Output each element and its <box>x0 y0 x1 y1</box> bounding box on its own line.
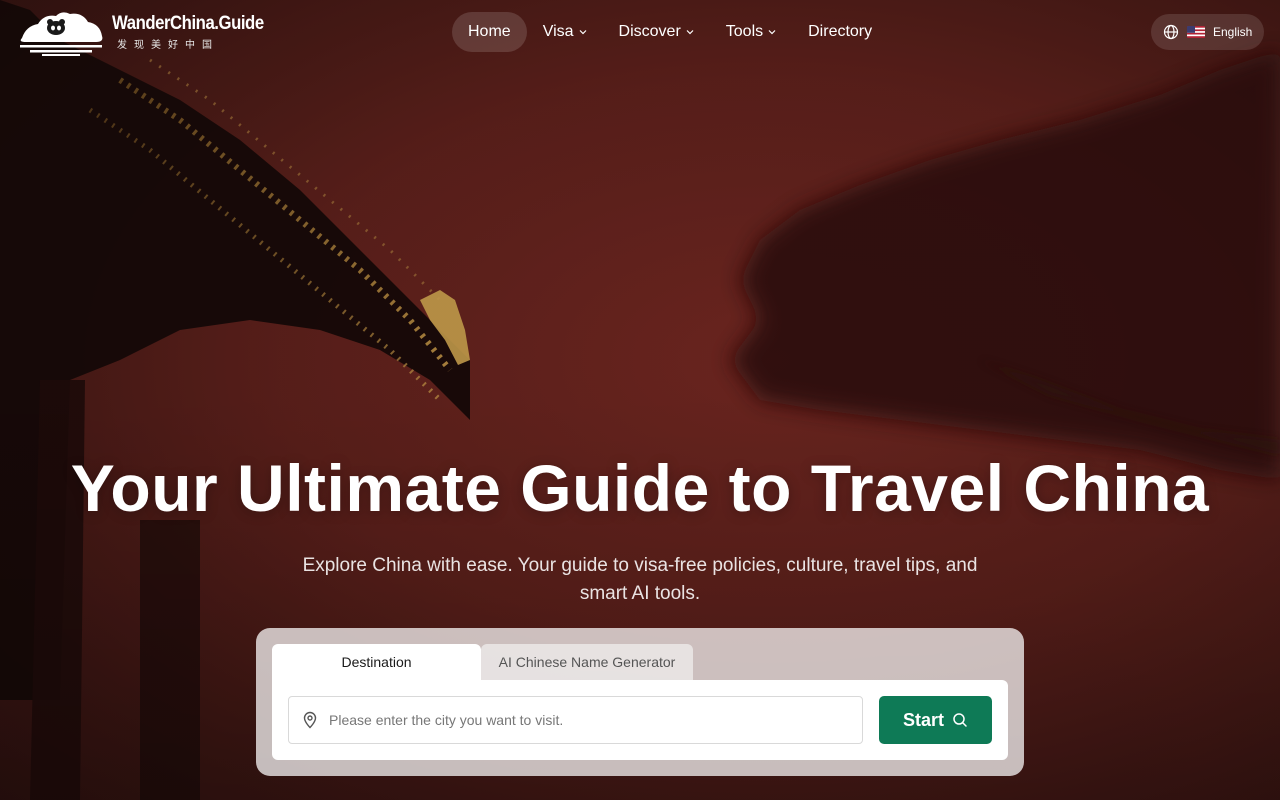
search-card: Destination AI Chinese Name Generator St… <box>256 628 1024 776</box>
nav-item-label: Discover <box>618 23 681 40</box>
hero-title: Your Ultimate Guide to Travel China <box>70 451 1210 525</box>
chevron-down-icon <box>579 30 586 35</box>
globe-icon <box>1163 24 1179 40</box>
nav-item-home[interactable]: Home <box>452 12 527 52</box>
site-header: WanderChina.Guide 发现美好中国 Home Visa Disco… <box>0 0 1280 64</box>
brand-tagline: 发现美好中国 <box>117 40 219 51</box>
destination-search-field[interactable] <box>288 696 863 744</box>
chevron-down-icon <box>768 30 776 35</box>
us-flag-icon <box>1187 26 1205 38</box>
map-pin-icon <box>303 711 317 729</box>
search-icon <box>953 713 967 727</box>
nav-item-directory[interactable]: Directory <box>792 12 888 52</box>
search-panel: Start <box>272 680 1008 760</box>
tab-ai-chinese-name-generator[interactable]: AI Chinese Name Generator <box>481 644 693 680</box>
start-button-label: Start <box>902 709 944 730</box>
language-selector[interactable]: English <box>1151 14 1264 50</box>
nav-item-discover[interactable]: Discover <box>603 12 710 52</box>
nav-item-label: Directory <box>808 23 873 40</box>
hero-section: WanderChina.Guide 发现美好中国 Home Visa Disco… <box>0 0 1280 800</box>
tab-destination[interactable]: Destination <box>272 644 481 680</box>
chevron-down-icon <box>686 30 694 35</box>
nav-item-label: Tools <box>725 23 764 40</box>
nav-item-tools[interactable]: Tools <box>710 12 792 52</box>
panda-logo-icon <box>20 12 103 56</box>
nav-item-visa[interactable]: Visa <box>527 12 603 52</box>
nav-item-label: Home <box>468 23 511 40</box>
nav-item-label: Visa <box>542 23 574 40</box>
site-logo[interactable]: WanderChina.Guide 发现美好中国 <box>16 8 284 56</box>
main-nav: Home Visa Discover Tools Directory <box>452 12 888 52</box>
start-button[interactable]: Start <box>879 696 992 744</box>
search-tabs: Destination AI Chinese Name Generator <box>272 644 693 680</box>
brand-name: WanderChina.Guide <box>112 13 264 34</box>
destination-input[interactable] <box>329 712 829 728</box>
hero-subtitle: Explore China with ease. Your guide to v… <box>302 555 978 604</box>
language-label: English <box>1213 25 1253 39</box>
